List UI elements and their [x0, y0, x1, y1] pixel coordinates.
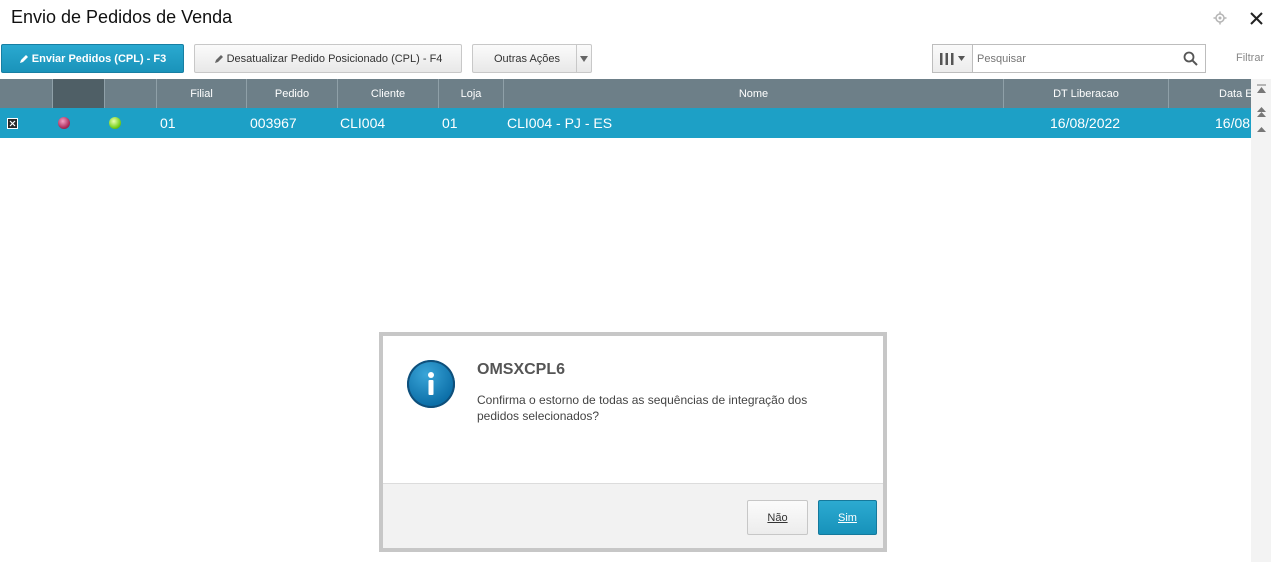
column-header-cliente[interactable]: Cliente	[338, 79, 439, 108]
column-header-nome[interactable]: Nome	[504, 79, 1004, 108]
send-orders-label: Enviar Pedidos (CPL) - F3	[31, 52, 167, 65]
window-title: Envio de Pedidos de Venda	[11, 7, 233, 27]
search-box	[932, 44, 1206, 73]
cell-nome: CLI004 - PJ - ES	[507, 115, 613, 131]
column-header-legend-1[interactable]	[53, 79, 105, 108]
dialog-body: OMSXCPL6 Confirma o estorno de todas as …	[383, 336, 883, 548]
chevron-down-icon	[576, 45, 591, 72]
other-actions-dropdown[interactable]: Outras Ações	[472, 44, 592, 73]
column-header-filial[interactable]: Filial	[157, 79, 247, 108]
column-header-data-e[interactable]: Data E	[1169, 79, 1251, 108]
scroll-page-up-icon[interactable]	[1254, 105, 1268, 119]
column-header-dt-liberacao[interactable]: DT Liberacao	[1004, 79, 1169, 108]
search-input[interactable]	[977, 49, 1173, 68]
cell-loja: 01	[442, 115, 458, 131]
pencil-icon	[19, 54, 28, 63]
status-legend-green[interactable]	[109, 108, 121, 138]
columns-icon	[940, 52, 954, 65]
cell-data-e: 16/08	[1215, 115, 1251, 131]
column-header-legend-2[interactable]	[105, 79, 157, 108]
info-icon	[407, 360, 455, 408]
checkbox-checked-icon	[7, 117, 18, 129]
table-row[interactable]: 01 003967 CLI004 01 CLI004 - PJ - ES 16/…	[0, 108, 1251, 138]
dialog-message: Confirma o estorno de todas as sequência…	[477, 393, 808, 423]
column-header-loja[interactable]: Loja	[439, 79, 504, 108]
red-status-icon	[58, 117, 70, 129]
chevron-down-icon	[958, 56, 965, 61]
cell-cliente: CLI004	[340, 115, 386, 131]
cell-pedido: 003967	[250, 115, 297, 131]
gear-icon[interactable]	[1213, 11, 1227, 25]
unsend-order-button[interactable]: Desatualizar Pedido Posicionado (CPL) - …	[194, 44, 462, 73]
dialog-title: OMSXCPL6	[477, 361, 566, 378]
no-button[interactable]: Não	[747, 500, 808, 535]
search-icon[interactable]	[1183, 51, 1198, 66]
pencil-icon	[214, 54, 223, 63]
grid-header: Filial Pedido Cliente Loja Nome DT Liber…	[0, 79, 1251, 108]
send-orders-button[interactable]: Enviar Pedidos (CPL) - F3	[1, 44, 184, 73]
scroll-top-icon[interactable]	[1254, 82, 1268, 96]
other-actions-label: Outras Ações	[494, 52, 561, 65]
close-icon[interactable]	[1249, 11, 1264, 26]
yes-button[interactable]: Sim	[818, 500, 877, 535]
columns-selector-button[interactable]	[933, 45, 973, 72]
column-header-pedido[interactable]: Pedido	[247, 79, 338, 108]
dialog-footer: Não Sim	[383, 483, 883, 548]
vertical-scrollbar[interactable]	[1251, 79, 1271, 562]
scroll-up-icon[interactable]	[1254, 122, 1268, 136]
green-status-icon	[109, 117, 121, 129]
cell-dt-liberacao: 16/08/2022	[1050, 115, 1121, 131]
cell-filial: 01	[160, 115, 176, 131]
status-legend-red[interactable]	[58, 108, 70, 138]
confirm-dialog: OMSXCPL6 Confirma o estorno de todas as …	[379, 332, 887, 552]
column-header-checkbox[interactable]	[0, 79, 53, 108]
row-checkbox[interactable]	[7, 108, 18, 138]
unsend-order-label: Desatualizar Pedido Posicionado (CPL) - …	[226, 52, 443, 65]
filter-link[interactable]: Filtrar	[1236, 52, 1264, 64]
